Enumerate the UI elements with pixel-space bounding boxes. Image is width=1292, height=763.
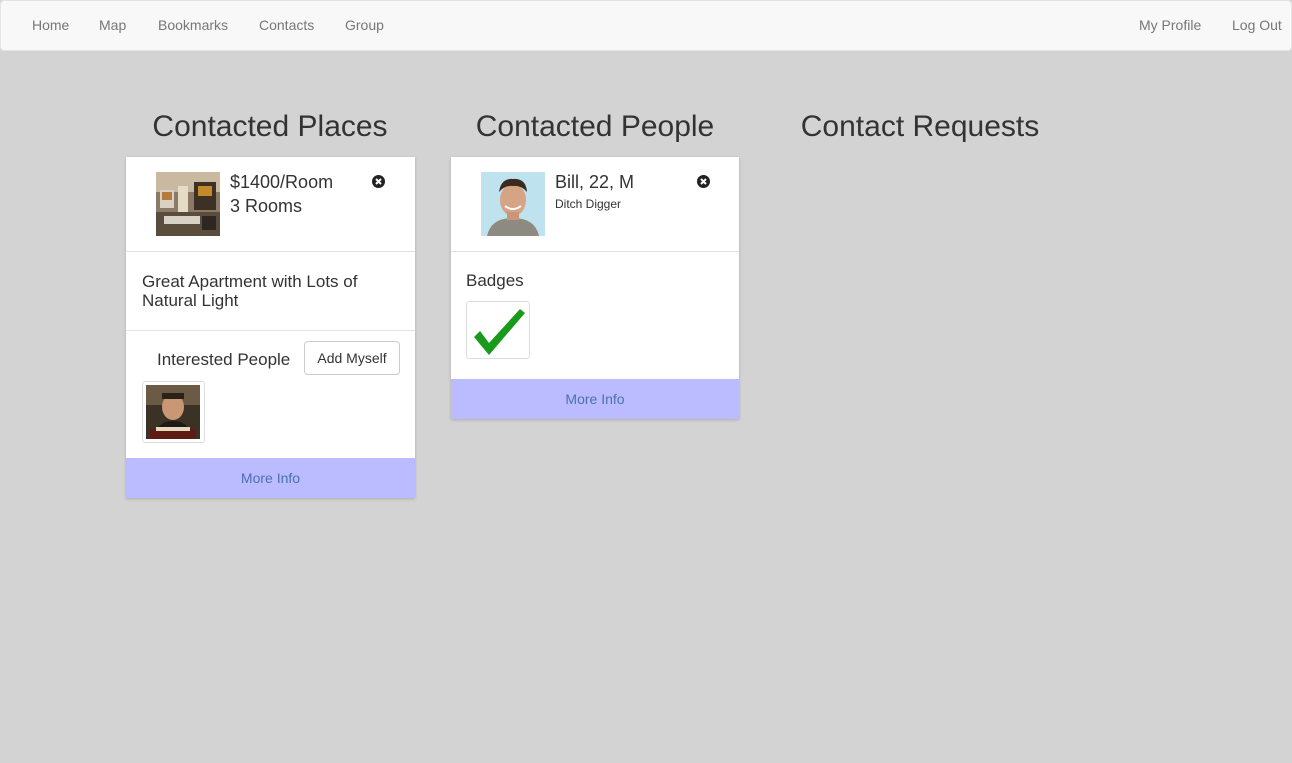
contacted-people-heading: Contacted People: [475, 110, 715, 143]
nav-contacts-link[interactable]: Contacts: [259, 17, 314, 33]
nav-bookmarks-link[interactable]: Bookmarks: [158, 17, 228, 33]
top-navbar: Home Map Bookmarks Contacts Group My Pro…: [0, 0, 1292, 51]
add-myself-button[interactable]: Add Myself: [304, 341, 400, 375]
card-divider: [126, 251, 415, 252]
card-divider: [451, 251, 739, 252]
person-more-info-button[interactable]: More Info: [451, 379, 739, 419]
interested-person-avatar[interactable]: [142, 381, 205, 443]
remove-place-icon[interactable]: [372, 175, 385, 188]
place-rooms: 3 Rooms: [230, 196, 303, 216]
person-card: Bill, 22, M Ditch Digger Badges More Inf…: [451, 157, 739, 419]
apartment-photo[interactable]: [156, 172, 220, 236]
person-name-line: Bill, 22, M: [555, 172, 635, 192]
verified-badge[interactable]: [466, 301, 530, 359]
person-occupation: Ditch Digger: [555, 197, 622, 211]
nav-map-link[interactable]: Map: [99, 17, 126, 33]
person-photo[interactable]: [481, 172, 545, 236]
place-more-info-button[interactable]: More Info: [126, 458, 415, 498]
badges-label: Badges: [466, 271, 524, 290]
nav-home-link[interactable]: Home: [32, 17, 69, 33]
remove-person-icon[interactable]: [697, 175, 710, 188]
nav-my-profile-link[interactable]: My Profile: [1139, 17, 1201, 33]
place-description: Great Apartment with Lots of Natural Lig…: [142, 272, 358, 310]
nav-log-out-link[interactable]: Log Out: [1232, 17, 1282, 33]
contact-requests-heading: Contact Requests: [800, 110, 1040, 143]
place-card: $1400/Room 3 Rooms Great Apartment with …: [126, 157, 415, 498]
place-price: $1400/Room: [230, 172, 334, 192]
interested-people-label: Interested People: [157, 350, 291, 369]
card-divider: [126, 330, 415, 331]
contacted-places-heading: Contacted Places: [152, 110, 388, 143]
nav-group-link[interactable]: Group: [345, 17, 384, 33]
checkmark-icon: [474, 309, 525, 355]
